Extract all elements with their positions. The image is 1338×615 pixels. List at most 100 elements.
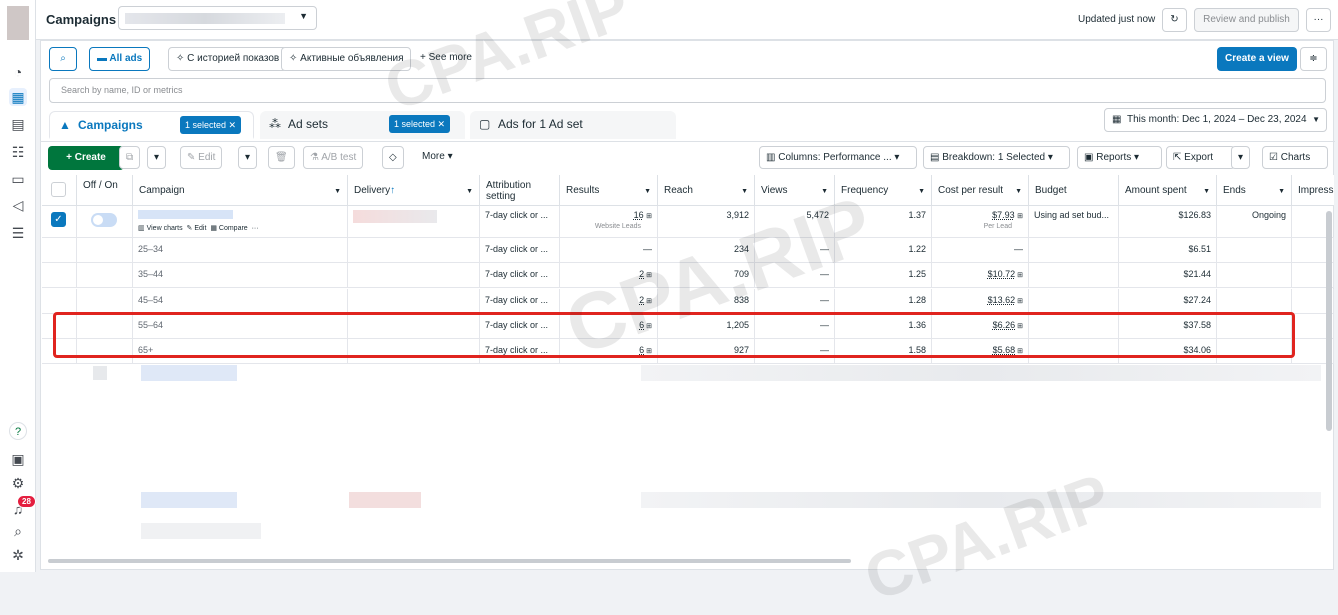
select-all-checkbox[interactable] xyxy=(51,182,66,197)
cost-cell: $10.72 ⊞ xyxy=(932,263,1029,289)
search-input[interactable]: Search by name, ID or metrics xyxy=(49,78,1326,103)
charts-button[interactable]: ☑ Charts xyxy=(1262,146,1328,169)
more-actions-button[interactable]: More ▾ xyxy=(416,146,459,169)
campaigns-selected-badge[interactable]: 1 selected ✕ xyxy=(180,116,242,134)
attribution-cell: 7-day click or ... xyxy=(480,288,560,314)
row-select-cell xyxy=(42,339,77,365)
search-toggle-button[interactable]: ⌕ xyxy=(49,47,77,71)
on-off-toggle[interactable] xyxy=(91,213,117,227)
menu-icon[interactable]: ☰ xyxy=(9,224,27,242)
frequency-cell-value: 1.58 xyxy=(908,345,926,356)
reach-cell-value: 1,205 xyxy=(726,319,749,330)
all-ads-filter[interactable]: ▬ All ads xyxy=(89,47,151,71)
frequency-cell-value: 1.36 xyxy=(908,319,926,330)
review-publish-button[interactable]: Review and publish xyxy=(1194,8,1299,32)
blurred-row xyxy=(141,365,237,381)
vertical-scrollbar[interactable] xyxy=(1326,211,1332,431)
history-filter[interactable]: ✧ С историей показов xyxy=(168,47,288,71)
ad-sets-selected-badge[interactable]: 1 selected ✕ xyxy=(389,115,451,133)
sparkle-icon: ✧ xyxy=(176,53,188,64)
refresh-button[interactable]: ↻ xyxy=(1162,8,1187,32)
header-ends[interactable]: Ends ▼ xyxy=(1217,175,1292,206)
header-views[interactable]: Views ▼ xyxy=(755,175,835,206)
tag-button[interactable]: ◇ xyxy=(382,146,404,169)
campaign-selector[interactable]: ▼ xyxy=(118,6,317,30)
more-options-button[interactable]: ··· xyxy=(1306,8,1331,32)
header-amount-spent[interactable]: Amount spent ▼ xyxy=(1119,175,1217,206)
view-settings-button[interactable]: ≑ xyxy=(1300,47,1327,71)
history-label: С историей показов xyxy=(187,53,280,64)
edit-link[interactable]: ✎ Edit xyxy=(187,225,207,232)
delivery-cell xyxy=(348,263,480,289)
header-cost-per-result[interactable]: Cost per result ▼ xyxy=(932,175,1029,206)
search-icon[interactable]: ⌕ xyxy=(9,522,27,540)
frequency-cell: 1.22 xyxy=(835,238,932,263)
settings-icon[interactable]: ⚙ xyxy=(9,474,27,492)
toggle-knob xyxy=(93,215,103,225)
ab-test-button[interactable]: ⚗ A/B test xyxy=(303,146,364,169)
active-ads-filter[interactable]: ✧ Активные объявления xyxy=(281,47,412,71)
tab-campaigns[interactable]: ▲ Campaigns 1 selected ✕ xyxy=(49,111,254,139)
sliders-icon: ≑ xyxy=(1309,53,1318,64)
header-select-all[interactable] xyxy=(42,175,77,206)
tab-ad-sets[interactable]: ⁂ Ad sets 1 selected ✕ xyxy=(260,111,465,139)
redacted-campaign-name xyxy=(125,13,285,24)
breakdown-button[interactable]: ▤ Breakdown: 1 Selected ▾ xyxy=(923,146,1070,169)
campaigns-table-icon[interactable]: ▦ xyxy=(9,88,27,106)
header-attribution[interactable]: Attribution setting xyxy=(480,175,560,206)
pages-icon[interactable]: ▤ xyxy=(9,115,27,133)
redacted-campaign-name[interactable] xyxy=(138,210,233,219)
header-frequency-label: Frequency xyxy=(841,185,889,196)
edit-button[interactable]: ✎ Edit xyxy=(180,146,223,169)
header-impressions[interactable]: Impress xyxy=(1292,175,1334,206)
breakdown-row: 25–34 7-day click or ... — 234 — 1.22 — $6.51 xyxy=(42,238,1334,263)
updated-status: Updated just now xyxy=(1078,14,1156,25)
header-reach[interactable]: Reach ▼ xyxy=(658,175,755,206)
create-button[interactable]: + Create xyxy=(48,146,124,170)
export-button[interactable]: ⇱ Export xyxy=(1166,146,1235,169)
bug-icon[interactable]: ✲ xyxy=(9,546,27,564)
audience-icon[interactable]: ☷ xyxy=(9,143,27,161)
info-icon: ⊞ xyxy=(644,272,652,280)
export-dropdown[interactable]: ▾ xyxy=(1231,146,1251,169)
compare-link[interactable]: ▦ Compare xyxy=(210,225,247,232)
account-avatar[interactable] xyxy=(7,6,29,40)
create-view-button[interactable]: Create a view xyxy=(1217,47,1297,71)
campaign-row[interactable]: ✓ ▥ View charts ✎ Edit ▦ Compare ··· 7-d… xyxy=(42,206,1334,238)
chevron-down-icon: ▼ xyxy=(334,188,341,195)
billing-icon[interactable]: ▭ xyxy=(9,170,27,188)
date-range-picker[interactable]: ▦ This month: Dec 1, 2024 – Dec 23, 2024… xyxy=(1104,108,1327,132)
toggle-cell xyxy=(77,313,133,339)
help-icon[interactable]: ? xyxy=(9,422,27,440)
duplicate-dropdown[interactable]: ▾ xyxy=(147,146,167,169)
row-more-button[interactable]: ··· xyxy=(252,225,259,232)
spent-cell: $21.44 xyxy=(1119,263,1217,289)
header-results[interactable]: Results ▼ xyxy=(560,175,658,206)
header-cost-label: Cost per result xyxy=(938,185,1004,196)
age-cell: 35–44 xyxy=(133,263,348,289)
sort-up-icon: ↑ xyxy=(390,185,396,196)
duplicate-button[interactable]: ⧉ xyxy=(119,146,141,169)
header-budget[interactable]: Budget xyxy=(1029,175,1119,206)
chevron-down-icon: ▼ xyxy=(741,188,748,195)
frequency-cell: 1.37 xyxy=(835,206,932,238)
horizontal-scrollbar[interactable] xyxy=(48,559,851,563)
header-frequency[interactable]: Frequency ▼ xyxy=(835,175,932,206)
row-select-cell: ✓ xyxy=(42,206,77,238)
page-title: Campaigns xyxy=(46,12,117,27)
reports-button[interactable]: ▣ Reports ▾ xyxy=(1077,146,1162,169)
view-charts-link[interactable]: ▥ View charts xyxy=(138,225,183,232)
breakdown-label: Breakdown: 1 Selected xyxy=(942,152,1046,163)
columns-button[interactable]: ▥ Columns: Performance ... ▾ xyxy=(759,146,917,169)
age-cell-value: 65+ xyxy=(138,345,154,356)
header-campaign[interactable]: Campaign ▼ xyxy=(133,175,348,206)
documents-icon[interactable]: ▣ xyxy=(9,450,27,468)
header-delivery[interactable]: Delivery↑ ▼ xyxy=(348,175,480,206)
tab-ads[interactable]: ▢ Ads for 1 Ad set xyxy=(470,111,676,139)
delete-button[interactable]: 🗑 xyxy=(268,146,295,169)
edit-dropdown[interactable]: ▾ xyxy=(238,146,258,169)
dashboard-icon[interactable]: ◔ xyxy=(9,63,27,81)
see-more-filter[interactable]: + See more xyxy=(413,47,479,71)
megaphone-icon[interactable]: ◁ xyxy=(9,196,27,214)
row-checkbox[interactable]: ✓ xyxy=(51,212,66,227)
